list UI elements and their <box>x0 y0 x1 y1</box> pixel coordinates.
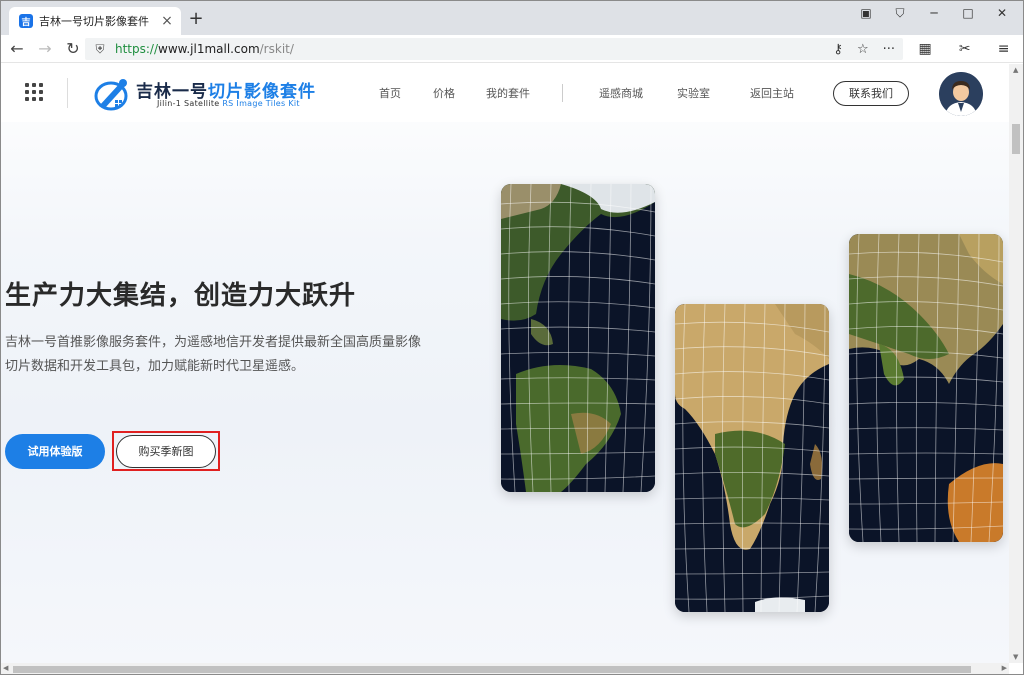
minimize-icon[interactable]: ─ <box>919 5 949 21</box>
browser-toolbar: ← → ↻ ⛨ https://www.jl1mall.com/rskit/ ⚷… <box>1 35 1023 63</box>
nav-rs-mall[interactable]: 遥感商城 <box>599 85 643 101</box>
map-card-africa <box>675 304 829 612</box>
hero-title: 生产力大集结，创造力大跃升 <box>5 281 357 311</box>
map-card-asia-australia <box>849 234 1003 542</box>
hamburger-menu-icon[interactable]: ≡ <box>998 41 1010 57</box>
tab-count-icon[interactable]: ▣ <box>851 5 881 21</box>
url-host: www.jl1mall.com <box>158 42 260 56</box>
address-bar-actions: ⚷ ☆ ··· <box>833 38 895 60</box>
vertical-scrollbar[interactable]: ▲ ▼ <box>1009 64 1023 663</box>
key-icon[interactable]: ⚷ <box>833 42 843 57</box>
window-controls: ▣ ⛉ ─ □ ✕ <box>851 5 1017 21</box>
shield-icon[interactable]: ⛨ <box>93 42 107 56</box>
url-scheme: https:// <box>115 42 159 56</box>
browser-window: 吉 吉林一号切片影像套件 × + ▣ ⛉ ─ □ ✕ ← → ↻ ⛨ https… <box>0 0 1024 675</box>
address-bar[interactable]: ⛨ https://www.jl1mall.com/rskit/ ⚷ ☆ ··· <box>85 38 903 60</box>
nav-main-site[interactable]: 返回主站 <box>750 85 794 101</box>
map-card-americas <box>501 184 655 492</box>
scissors-icon[interactable]: ✂ <box>959 41 971 57</box>
asia-australia-satellite-map <box>849 234 1003 542</box>
header-divider <box>67 78 68 108</box>
africa-satellite-map <box>675 304 829 612</box>
url-path: /rskit/ <box>259 42 294 56</box>
logo-subtitle: Jilin-1 Satellite RS Image Tiles Kit <box>157 99 300 108</box>
logo-sub-blue: RS Image Tiles Kit <box>222 99 300 108</box>
hero-description: 吉林一号首推影像服务套件，为遥感地信开发者提供最新全国高质量影像切片数据和开发工… <box>5 335 422 374</box>
close-window-icon[interactable]: ✕ <box>987 5 1017 21</box>
nav-separator <box>562 84 563 102</box>
page-content: 吉林一号切片影像套件 Jilin-1 Satellite RS Image Ti… <box>1 64 1009 663</box>
tab-strip: 吉 吉林一号切片影像套件 × + ▣ ⛉ ─ □ ✕ <box>1 1 1023 35</box>
site-header: 吉林一号切片影像套件 Jilin-1 Satellite RS Image Ti… <box>1 64 1009 122</box>
nav-lab[interactable]: 实验室 <box>677 85 710 101</box>
tab-title: 吉林一号切片影像套件 <box>39 15 149 28</box>
back-arrow-icon[interactable]: ← <box>5 38 29 60</box>
nav-home[interactable]: 首页 <box>379 85 401 101</box>
toolbar-extensions: ▦ ✂ ≡ <box>905 38 1023 60</box>
scroll-up-icon[interactable]: ▲ <box>1013 66 1018 74</box>
buy-new-imagery-button[interactable]: 购买季新图 <box>116 435 216 468</box>
trial-version-button[interactable]: 试用体验版 <box>5 434 105 469</box>
apps-grid-icon[interactable]: ▦ <box>919 41 932 57</box>
more-icon[interactable]: ··· <box>883 42 895 57</box>
nav-pricing[interactable]: 价格 <box>433 85 455 101</box>
skin-shirt-icon[interactable]: ⛉ <box>885 5 915 21</box>
nav-my-kits[interactable]: 我的套件 <box>486 85 530 101</box>
scroll-left-icon[interactable]: ◀ <box>3 664 8 672</box>
browser-tab[interactable]: 吉 吉林一号切片影像套件 × <box>9 7 181 35</box>
scroll-right-icon[interactable]: ▶ <box>1002 664 1007 672</box>
site-favicon-icon: 吉 <box>19 14 33 28</box>
horizontal-scroll-thumb[interactable] <box>13 666 971 673</box>
new-tab-button[interactable]: + <box>187 10 205 28</box>
reload-icon[interactable]: ↻ <box>61 38 85 60</box>
americas-satellite-map <box>501 184 655 492</box>
apps-menu-icon[interactable] <box>25 83 43 101</box>
contact-us-button[interactable]: 联系我们 <box>833 81 909 106</box>
logo-sub-dark: Jilin-1 Satellite <box>157 99 223 108</box>
forward-arrow-icon[interactable]: → <box>33 38 57 60</box>
jilin-logo-icon[interactable] <box>93 76 133 112</box>
horizontal-scrollbar[interactable]: ◀ ▶ <box>1 663 1009 674</box>
vertical-scroll-thumb[interactable] <box>1012 124 1020 154</box>
star-icon[interactable]: ☆ <box>857 42 869 57</box>
user-avatar-icon[interactable] <box>939 72 983 116</box>
maximize-icon[interactable]: □ <box>953 5 983 21</box>
close-tab-icon[interactable]: × <box>159 13 175 29</box>
scroll-down-icon[interactable]: ▼ <box>1013 653 1018 661</box>
